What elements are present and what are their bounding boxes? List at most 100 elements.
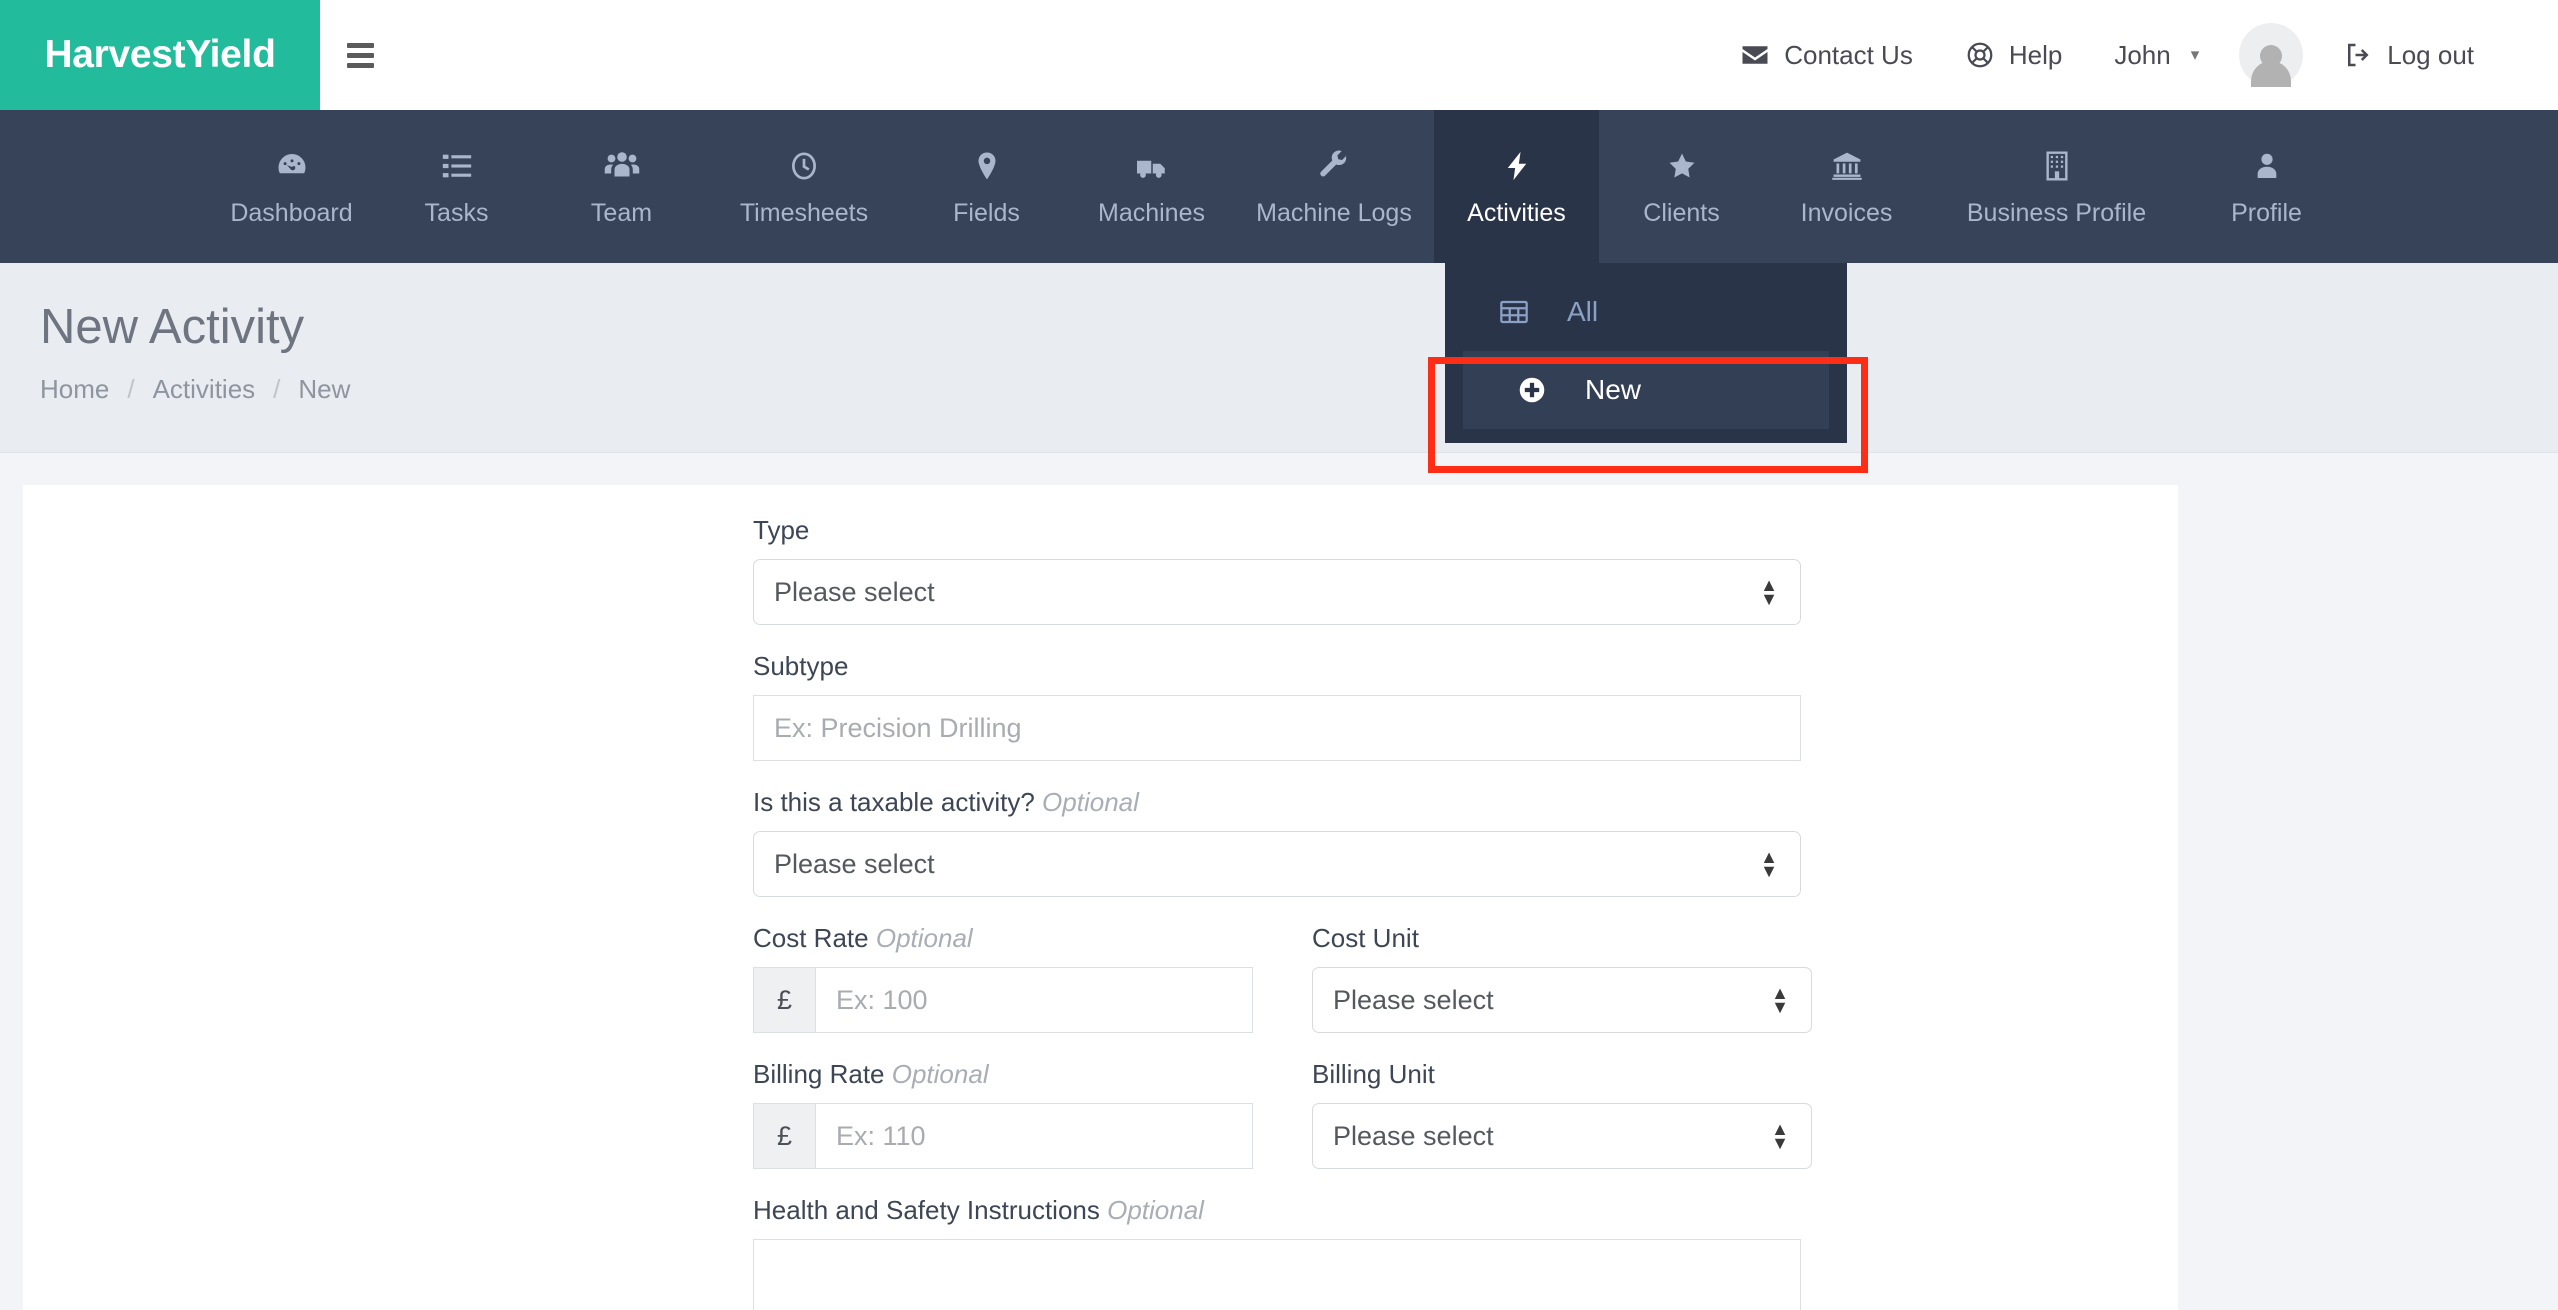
health-safety-label-text: Health and Safety Instructions xyxy=(753,1195,1100,1225)
nav-items: Dashboard Tasks Team Timesheets Fields M… xyxy=(209,110,2349,263)
cost-rate-placeholder: Ex: 100 xyxy=(836,984,928,1015)
row-cost: Cost Rate Optional £ Ex: 100 Cost Unit P… xyxy=(753,923,1833,1033)
type-label: Type xyxy=(753,515,810,545)
billing-rate-currency-addon: £ xyxy=(753,1103,815,1169)
nav-item-clients[interactable]: Clients xyxy=(1599,110,1764,263)
nav-label: Business Profile xyxy=(1966,198,2147,227)
contact-us-label: Contact Us xyxy=(1784,39,1913,70)
building-icon xyxy=(2041,146,2073,186)
user-icon xyxy=(2251,146,2283,186)
nav-item-business-profile[interactable]: Business Profile xyxy=(1929,110,2184,263)
new-activity-form: Type Please select ▲ ▼ Subtype Ex: Precis… xyxy=(753,515,1833,1310)
main-navigation: Dashboard Tasks Team Timesheets Fields M… xyxy=(0,110,2558,263)
top-bar: HarvestYield Contact Us Help John ▾ Log … xyxy=(0,0,2558,110)
billing-rate-label: Billing Rate Optional xyxy=(753,1059,1274,1090)
breadcrumb-item-new: New xyxy=(298,374,351,404)
taxable-select-value: Please select xyxy=(774,848,935,879)
nav-label: Invoices xyxy=(1800,198,1893,227)
nav-label: Machine Logs xyxy=(1256,198,1412,227)
logout-label: Log out xyxy=(2387,39,2474,70)
cost-unit-select-value: Please select xyxy=(1333,984,1494,1015)
dropdown-item-label: All xyxy=(1567,296,1599,327)
field-subtype: Subtype Ex: Precision Drilling xyxy=(753,651,1833,761)
health-safety-optional-tag: Optional xyxy=(1107,1195,1204,1225)
subtype-input[interactable]: Ex: Precision Drilling xyxy=(753,695,1801,761)
type-select[interactable]: Please select ▲ ▼ xyxy=(753,559,1801,625)
bolt-icon xyxy=(1500,146,1534,186)
activities-dropdown-menu: All New xyxy=(1445,263,1847,443)
content-area: Type Please select ▲ ▼ Subtype Ex: Precis… xyxy=(0,454,2558,1310)
brand-logo[interactable]: HarvestYield xyxy=(0,0,320,110)
sidebar-toggle-button[interactable] xyxy=(320,0,400,110)
breadcrumb-item-activities[interactable]: Activities xyxy=(153,374,256,405)
nav-label: Activities xyxy=(1467,198,1566,227)
billing-unit-select-value: Please select xyxy=(1333,1120,1494,1151)
breadcrumb-separator: / xyxy=(127,374,135,404)
field-cost-unit: Cost Unit Please select ▲ ▼ xyxy=(1312,923,1833,1033)
cost-rate-label-text: Cost Rate xyxy=(753,923,869,953)
field-taxable: Is this a taxable activity? Optional Ple… xyxy=(753,787,1833,897)
row-billing: Billing Rate Optional £ Ex: 110 Billing … xyxy=(753,1059,1833,1169)
avatar[interactable] xyxy=(2239,23,2304,87)
breadcrumb-separator: / xyxy=(273,374,281,404)
nav-item-invoices[interactable]: Invoices xyxy=(1764,110,1929,263)
dropdown-item-label: New xyxy=(1585,374,1642,405)
taxable-optional-tag: Optional xyxy=(1042,787,1139,817)
billing-rate-input[interactable]: Ex: 110 xyxy=(815,1103,1253,1169)
breadcrumb-item-home[interactable]: Home xyxy=(40,374,109,405)
field-type: Type Please select ▲ ▼ xyxy=(753,515,1833,625)
user-name-label: John xyxy=(2114,39,2171,70)
nav-label: Timesheets xyxy=(739,198,869,227)
contact-us-link[interactable]: Contact Us xyxy=(1714,40,1939,71)
nav-label: Machines xyxy=(1098,198,1205,227)
taxable-label-text: Is this a taxable activity? xyxy=(753,787,1035,817)
nav-item-machine-logs[interactable]: Machine Logs xyxy=(1234,110,1434,263)
logout-button[interactable]: Log out xyxy=(2317,40,2500,71)
sign-out-icon xyxy=(2343,40,2373,70)
user-menu-button[interactable]: John ▾ xyxy=(2088,40,2225,71)
nav-item-tasks[interactable]: Tasks xyxy=(374,110,539,263)
table-icon xyxy=(1497,296,1531,328)
lifebuoy-icon xyxy=(1965,40,1995,70)
select-spinner-icon: ▲ ▼ xyxy=(1771,982,1789,1017)
page-header: New Activity Home / Activities / New xyxy=(0,263,2558,453)
taxable-select[interactable]: Please select ▲ ▼ xyxy=(753,831,1801,897)
breadcrumb: Home / Activities / New xyxy=(40,374,2558,405)
brand-name: HarvestYield xyxy=(44,33,276,76)
field-cost-rate: Cost Rate Optional £ Ex: 100 xyxy=(753,923,1274,1033)
help-label: Help xyxy=(2008,39,2063,70)
dropdown-item-new[interactable]: New xyxy=(1463,351,1829,429)
nav-item-profile[interactable]: Profile xyxy=(2184,110,2349,263)
nav-item-team[interactable]: Team xyxy=(539,110,704,263)
nav-item-timesheets[interactable]: Timesheets xyxy=(704,110,904,263)
nav-label: Fields xyxy=(953,198,1020,227)
nav-item-machines[interactable]: Machines xyxy=(1069,110,1234,263)
nav-item-activities[interactable]: Activities xyxy=(1434,110,1599,263)
help-link[interactable]: Help xyxy=(1939,40,2088,71)
nav-item-dashboard[interactable]: Dashboard xyxy=(209,110,374,263)
star-icon xyxy=(1665,146,1699,186)
envelope-icon xyxy=(1740,40,1770,70)
billing-rate-optional-tag: Optional xyxy=(891,1059,989,1089)
avatar-body xyxy=(2251,61,2292,87)
taxable-label: Is this a taxable activity? Optional xyxy=(753,787,1833,818)
billing-unit-select[interactable]: Please select ▲ ▼ xyxy=(1312,1103,1812,1169)
cost-rate-label: Cost Rate Optional xyxy=(753,923,1274,954)
top-bar-spacer xyxy=(400,0,1714,110)
nav-item-fields[interactable]: Fields xyxy=(904,110,1069,263)
nav-label: Profile xyxy=(2231,198,2302,227)
select-spinner-icon: ▲ ▼ xyxy=(1760,846,1778,881)
cost-rate-optional-tag: Optional xyxy=(875,923,973,953)
select-spinner-icon: ▲ ▼ xyxy=(1760,574,1778,609)
health-safety-textarea[interactable] xyxy=(753,1239,1801,1310)
cost-rate-currency-addon: £ xyxy=(753,967,815,1033)
cost-rate-input[interactable]: Ex: 100 xyxy=(815,967,1253,1033)
subtype-label: Subtype xyxy=(753,651,849,681)
bank-icon xyxy=(1830,146,1864,186)
top-bar-actions: Contact Us Help John ▾ Log out xyxy=(1714,0,2558,110)
cost-unit-select[interactable]: Please select ▲ ▼ xyxy=(1312,967,1812,1033)
select-spinner-icon: ▲ ▼ xyxy=(1771,1118,1789,1153)
plus-circle-icon xyxy=(1515,374,1549,406)
dropdown-item-all[interactable]: All xyxy=(1445,273,1847,351)
field-health-safety: Health and Safety Instructions Optional xyxy=(753,1195,1833,1310)
